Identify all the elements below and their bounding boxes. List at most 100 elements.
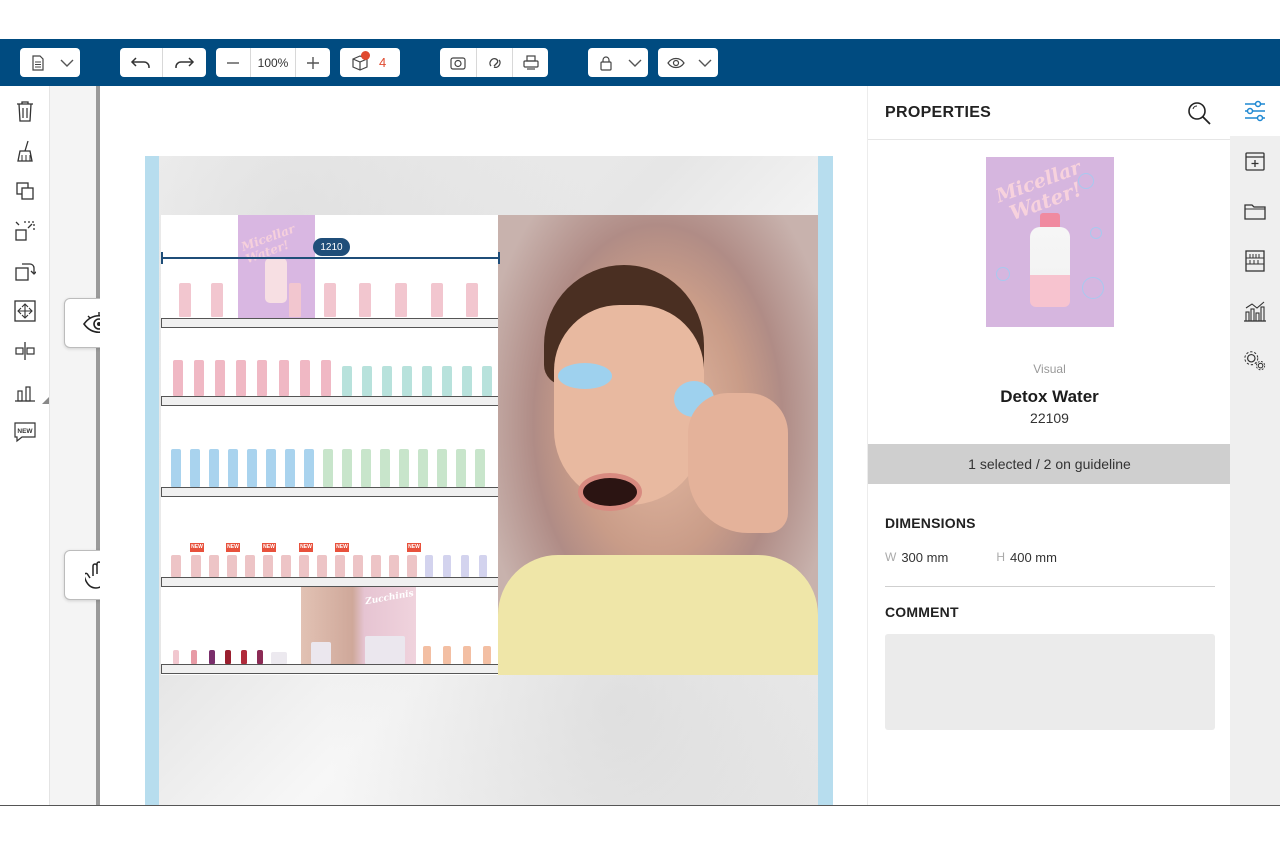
product[interactable] [362,366,372,396]
product[interactable] [335,555,345,577]
product[interactable] [173,650,179,664]
product[interactable] [462,366,472,396]
product[interactable] [361,449,371,487]
display-board[interactable]: Micellar Water! NEW NEW NEW NEW NEW NEW … [145,156,833,806]
zoom-out-button[interactable] [216,48,250,77]
product[interactable] [215,360,225,396]
bar-chart-icon[interactable] [13,381,37,405]
document-icon[interactable] [20,48,56,77]
product[interactable] [299,555,309,577]
product[interactable] [257,360,267,396]
shelf-1[interactable] [161,318,501,328]
product[interactable] [211,283,223,317]
product[interactable] [236,360,246,396]
design-canvas[interactable]: Micellar Water! NEW NEW NEW NEW NEW NEW … [100,86,867,806]
product[interactable] [466,283,478,317]
document-menu[interactable] [20,48,80,77]
product[interactable] [191,555,201,577]
product[interactable] [422,366,432,396]
chevron-down-icon[interactable] [694,48,716,77]
product[interactable] [382,366,392,396]
product[interactable] [442,366,452,396]
product[interactable] [324,283,336,317]
visual-preview[interactable]: Micellar Water! [986,157,1114,327]
product[interactable] [437,449,447,487]
product[interactable] [359,283,371,317]
trash-icon[interactable] [13,99,37,123]
model-photo[interactable] [498,215,818,675]
comment-field[interactable] [885,634,1215,730]
product[interactable] [171,555,181,577]
align-center-icon[interactable] [13,339,37,363]
product[interactable] [353,555,363,577]
product[interactable] [371,555,381,577]
product[interactable] [418,449,428,487]
product[interactable] [321,360,331,396]
product[interactable] [380,449,390,487]
product[interactable] [395,283,407,317]
product[interactable] [190,449,200,487]
product[interactable] [171,449,181,487]
sliders-icon[interactable] [1243,99,1267,123]
product[interactable] [461,555,469,577]
product[interactable] [179,283,191,317]
zoom-level[interactable]: 100% [251,56,295,70]
product[interactable] [173,360,183,396]
product[interactable] [266,449,276,487]
product[interactable] [342,449,352,487]
add-page-icon[interactable] [1243,149,1267,173]
product[interactable] [247,449,257,487]
product[interactable] [209,650,215,664]
product[interactable] [228,449,238,487]
product[interactable] [271,652,287,664]
product[interactable] [407,555,417,577]
product[interactable] [245,555,255,577]
screenshot-button[interactable] [440,48,476,77]
product[interactable] [300,360,310,396]
expand-corner-icon[interactable] [42,397,49,404]
new-badge-icon[interactable]: NEW [13,420,37,444]
product[interactable] [482,366,492,396]
shelf-5[interactable] [161,664,501,674]
visibility-menu[interactable] [658,48,718,77]
zoom-in-button[interactable] [296,48,330,77]
duplicate-icon[interactable] [13,179,37,203]
chevron-down-icon[interactable] [624,48,646,77]
product[interactable] [399,449,409,487]
product[interactable] [257,650,263,664]
product[interactable] [443,555,451,577]
broom-icon[interactable] [13,139,37,163]
product[interactable] [425,555,433,577]
product[interactable] [365,636,405,664]
cart-button[interactable]: 4 [340,48,400,77]
analytics-icon[interactable] [1243,299,1267,323]
product[interactable] [304,449,314,487]
product[interactable] [456,449,466,487]
product[interactable] [241,650,247,664]
fit-icon[interactable] [13,299,37,323]
product[interactable] [342,366,352,396]
product[interactable] [389,555,399,577]
folder-icon[interactable] [1243,199,1267,223]
product[interactable] [475,449,485,487]
shelf-2[interactable] [161,396,501,406]
product[interactable] [191,650,197,664]
shelf-icon[interactable] [1243,249,1267,273]
product[interactable] [311,642,331,664]
product[interactable] [483,646,491,664]
product[interactable] [323,449,333,487]
product[interactable] [279,360,289,396]
eye-icon[interactable] [658,48,694,77]
product[interactable] [423,646,431,664]
chevron-down-icon[interactable] [56,48,78,77]
product[interactable] [194,360,204,396]
link-button[interactable] [477,48,512,77]
transform-icon[interactable] [13,219,37,243]
redo-button[interactable] [163,48,205,77]
shelf-3[interactable] [161,487,501,497]
shelf-4[interactable] [161,577,501,587]
product[interactable] [443,646,451,664]
product[interactable] [479,555,487,577]
product[interactable] [289,283,301,317]
lock-menu[interactable] [588,48,648,77]
